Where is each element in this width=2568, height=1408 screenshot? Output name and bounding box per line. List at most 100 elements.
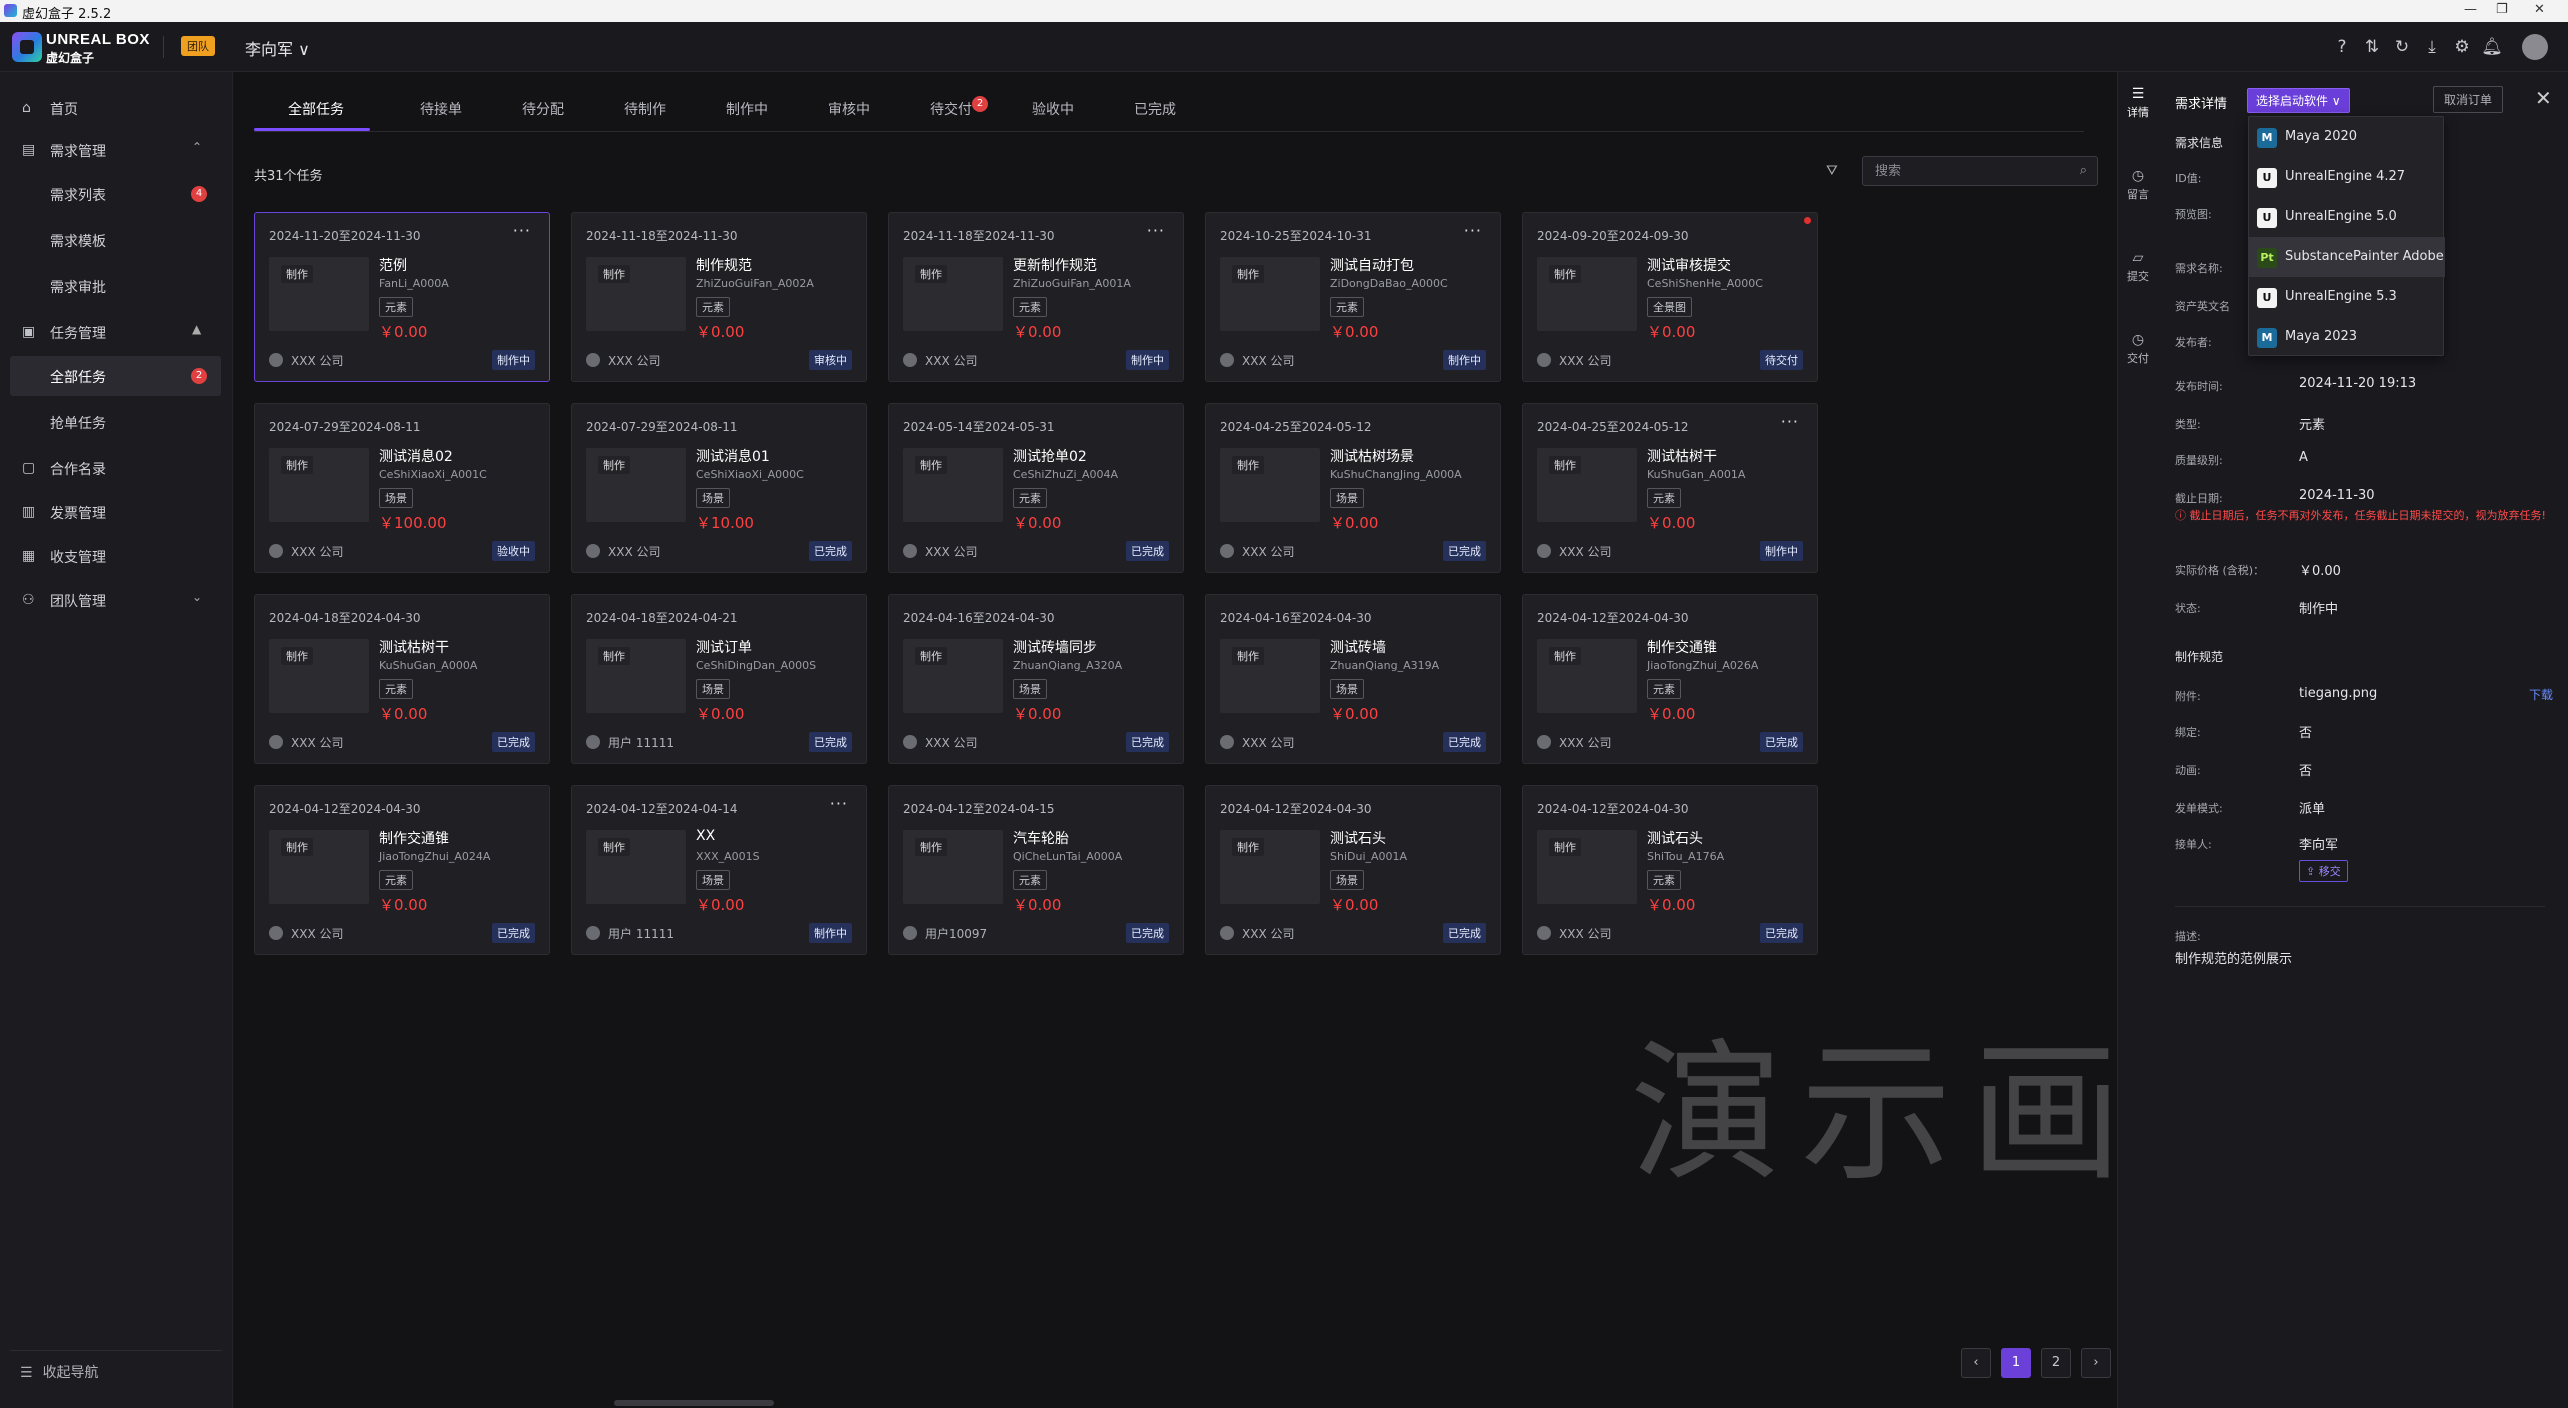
sidebar-item-invoices[interactable]: ▥ 发票管理 xyxy=(0,492,233,532)
task-card[interactable]: 2024-07-29至2024-08-11 制作 测试消息02 CeShiXiaoXi… xyxy=(254,403,550,573)
task-card[interactable]: 2024-04-12至2024-04-14 ··· 制作 XX XXX_A001S 场景 ￥… xyxy=(571,785,867,955)
task-code: KuShuGan_A001A xyxy=(1647,468,1746,481)
task-card[interactable]: 2024-04-12至2024-04-30 制作 测试石头 ShiDui_A001A 场… xyxy=(1205,785,1501,955)
dropdown-item-ue-53[interactable]: U UnrealEngine 5.3 xyxy=(2249,277,2445,317)
dropdown-item-maya-2020[interactable]: M Maya 2020 xyxy=(2249,117,2445,157)
tab-pending-accept[interactable]: 待接单 xyxy=(420,94,462,132)
task-owner: XXX 公司 xyxy=(291,736,344,750)
field-label: 截止日期: xyxy=(2175,492,2223,505)
more-options-icon[interactable]: ··· xyxy=(1781,412,1799,431)
sidebar-item-all-tasks[interactable]: 全部任务 2 xyxy=(10,356,221,396)
task-card[interactable]: 2024-11-18至2024-11-30 ··· 制作 更新制作规范 ZhiZuoGu… xyxy=(888,212,1184,382)
pagination-prev[interactable]: ‹ xyxy=(1961,1348,1991,1378)
status-badge: 验收中 xyxy=(492,541,535,561)
task-card[interactable]: 2024-04-12至2024-04-30 制作 制作交通锥 JiaoTongZhui… xyxy=(254,785,550,955)
side-tab-messages[interactable]: ◷ 留言 xyxy=(2118,168,2158,202)
user-switcher[interactable]: 李向军 ∨ xyxy=(245,36,310,60)
sidebar-item-finance[interactable]: ▦ 收支管理 xyxy=(0,536,233,576)
sidebar-item-home[interactable]: ⌂ 首页 xyxy=(0,88,233,128)
launch-software-button[interactable]: 选择启动软件 ∨ xyxy=(2247,88,2350,113)
side-tab-deliver[interactable]: ◷ 交付 xyxy=(2118,332,2158,366)
tab-pending-make[interactable]: 待制作 xyxy=(624,94,666,132)
task-card[interactable]: 2024-09-20至2024-09-30 制作 测试审核提交 CeShiShenHe… xyxy=(1522,212,1818,382)
refresh-icon[interactable]: ↻ xyxy=(2391,36,2413,58)
sidebar-item-demand-management[interactable]: ▤ 需求管理 ⌃ xyxy=(0,130,233,170)
sidebar-item-demand-approval[interactable]: 需求审批 xyxy=(0,266,233,306)
task-card[interactable]: 2024-11-20至2024-11-30 ··· 制作 范例 FanLi_A000A 元… xyxy=(254,212,550,382)
clock-icon: ◷ xyxy=(2131,168,2145,184)
task-date-range: 2024-04-12至2024-04-14 xyxy=(586,802,738,816)
collapse-nav-button[interactable]: ☰ 收起导航 xyxy=(20,1362,99,1382)
horizontal-scrollbar[interactable] xyxy=(614,1400,774,1406)
task-card[interactable]: 2024-04-16至2024-04-30 制作 测试砖墙 ZhuanQiang_A3… xyxy=(1205,594,1501,764)
task-card[interactable]: 2024-04-18至2024-04-30 制作 测试枯树干 KuShuGan_A00… xyxy=(254,594,550,764)
avatar[interactable] xyxy=(2522,34,2548,60)
tab-accepting[interactable]: 验收中 xyxy=(1032,94,1074,132)
pagination-page-1[interactable]: 1 xyxy=(2001,1348,2031,1378)
status-badge: 已完成 xyxy=(809,732,852,752)
pagination-next[interactable]: › xyxy=(2081,1348,2111,1378)
more-options-icon[interactable]: ··· xyxy=(830,794,848,813)
tab-reviewing[interactable]: 审核中 xyxy=(828,94,870,132)
task-card[interactable]: 2024-04-25至2024-05-12 ··· 制作 测试枯树干 KuShuGan_… xyxy=(1522,403,1818,573)
status-badge: 制作中 xyxy=(1443,350,1486,370)
dropdown-item-maya-2023[interactable]: M Maya 2023 xyxy=(2249,317,2445,357)
task-card[interactable]: 2024-04-12至2024-04-30 制作 制作交通锥 JiaoTongZhui… xyxy=(1522,594,1818,764)
search-icon[interactable]: ⌕ xyxy=(2080,163,2087,178)
filter-icon[interactable]: ⛛ xyxy=(1826,163,1838,179)
status-badge: 制作中 xyxy=(1126,350,1169,370)
tab-pending-assign[interactable]: 待分配 xyxy=(522,94,564,132)
settings-icon[interactable]: ⚙ xyxy=(2451,36,2473,58)
field-value: 制作中 xyxy=(2299,602,2339,617)
sidebar-item-team[interactable]: ⚇ 团队管理 ⌄ xyxy=(0,580,233,620)
download-link[interactable]: 下载 xyxy=(2529,686,2553,703)
sort-icon[interactable]: ⇅ xyxy=(2361,36,2383,58)
more-options-icon[interactable]: ··· xyxy=(1464,221,1482,240)
task-card[interactable]: 2024-04-18至2024-04-21 制作 测试订单 CeShiDingDan_… xyxy=(571,594,867,764)
task-card[interactable]: 2024-11-18至2024-11-30 制作 制作规范 ZhiZuoGuiFan_… xyxy=(571,212,867,382)
task-card[interactable]: 2024-04-25至2024-05-12 制作 测试枯树场景 KuShuChangJ… xyxy=(1205,403,1501,573)
close-icon[interactable]: ✕ xyxy=(2535,86,2552,110)
side-tab-submit[interactable]: ▱ 提交 xyxy=(2118,250,2158,284)
sidebar-item-task-management[interactable]: ▣ 任务管理 ▲ xyxy=(0,312,233,352)
sidebar-item-label: 抢单任务 xyxy=(50,416,106,432)
tab-pending-delivery[interactable]: 待交付 xyxy=(930,94,972,132)
restore-icon[interactable]: ❐ xyxy=(2496,2,2508,17)
task-date-range: 2024-04-25至2024-05-12 xyxy=(1220,420,1372,434)
task-card[interactable]: 2024-10-25至2024-10-31 ··· 制作 测试自动打包 ZiDongDa… xyxy=(1205,212,1501,382)
sidebar-item-partners[interactable]: ▢ 合作名录 xyxy=(0,448,233,488)
dropdown-item-substance-painter[interactable]: Pt SubstancePainter Adobe xyxy=(2249,237,2445,277)
task-card[interactable]: 2024-04-16至2024-04-30 制作 测试砖墙同步 ZhuanQiang_… xyxy=(888,594,1184,764)
search-input[interactable] xyxy=(1875,161,2065,181)
status-badge: 制作中 xyxy=(1760,541,1803,561)
transfer-button[interactable]: ⇪ 移交 xyxy=(2299,860,2348,882)
task-code: JiaoTongZhui_A024A xyxy=(379,850,491,863)
minimize-icon[interactable]: — xyxy=(2464,2,2477,17)
task-owner: XXX 公司 xyxy=(291,545,344,559)
cancel-order-button[interactable]: 取消订单 xyxy=(2433,86,2504,113)
download-icon[interactable]: ⤓ xyxy=(2421,36,2443,58)
tab-in-production[interactable]: 制作中 xyxy=(726,94,768,132)
tab-completed[interactable]: 已完成 xyxy=(1134,94,1176,132)
help-icon[interactable]: ? xyxy=(2331,36,2353,58)
sidebar-item-demand-list[interactable]: 需求列表 4 xyxy=(0,174,233,214)
task-card[interactable]: 2024-07-29至2024-08-11 制作 测试消息01 CeShiXiaoXi… xyxy=(571,403,867,573)
dropdown-item-ue-50[interactable]: U UnrealEngine 5.0 xyxy=(2249,197,2445,237)
task-card[interactable]: 2024-04-12至2024-04-30 制作 测试石头 ShiTou_A176A 元… xyxy=(1522,785,1818,955)
task-card[interactable]: 2024-05-14至2024-05-31 制作 测试抢单02 CeShiZhuZi_… xyxy=(888,403,1184,573)
sidebar-item-demand-template[interactable]: 需求模板 xyxy=(0,220,233,260)
pagination-page-2[interactable]: 2 xyxy=(2041,1348,2071,1378)
task-name: 测试枯树干 xyxy=(1647,449,1717,465)
sidebar-item-grab-tasks[interactable]: 抢单任务 xyxy=(0,402,233,442)
more-options-icon[interactable]: ··· xyxy=(1147,221,1165,240)
tab-all-tasks[interactable]: 全部任务 xyxy=(288,94,344,132)
task-card[interactable]: 2024-04-12至2024-04-15 制作 汽车轮胎 QiCheLunTai_A… xyxy=(888,785,1184,955)
side-tab-details[interactable]: ☰ 详情 xyxy=(2118,86,2158,120)
side-tab-label: 详情 xyxy=(2127,106,2149,119)
dropdown-item-ue-427[interactable]: U UnrealEngine 4.27 xyxy=(2249,157,2445,197)
close-window-icon[interactable]: ✕ xyxy=(2534,2,2545,17)
task-date-range: 2024-09-20至2024-09-30 xyxy=(1537,229,1689,243)
task-price: ￥0.00 xyxy=(379,705,428,723)
more-options-icon[interactable]: ··· xyxy=(513,221,531,240)
bell-icon[interactable]: 🔔︎ xyxy=(2481,36,2503,58)
